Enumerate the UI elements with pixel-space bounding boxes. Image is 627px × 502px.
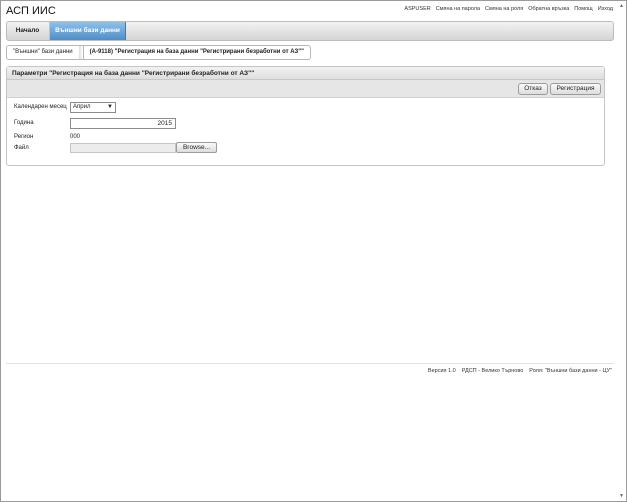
feedback-link[interactable]: Обратна връзка bbox=[528, 6, 569, 12]
month-select-value: Април bbox=[73, 104, 91, 110]
footer-office: РДСП - Велико Търново bbox=[461, 368, 524, 374]
breadcrumb-external-databases[interactable]: "Външни" бази данни bbox=[6, 45, 79, 60]
parameters-form: Календарен месец Април ▼ Година 2015 Рег… bbox=[7, 98, 604, 164]
panel-title: Параметри "Регистрация на база данни "Ре… bbox=[7, 67, 604, 80]
file-label: Файл bbox=[14, 145, 29, 151]
help-link[interactable]: Помощ bbox=[574, 6, 592, 12]
month-label: Календарен месец bbox=[14, 104, 67, 110]
footer-version: Версия 1.0 bbox=[427, 368, 456, 374]
scroll-down-icon[interactable]: ▼ bbox=[619, 493, 624, 499]
browse-button[interactable]: Browse... bbox=[176, 142, 217, 153]
app-title: АСП ИИС bbox=[6, 5, 56, 17]
register-button[interactable]: Регистрация bbox=[550, 83, 601, 95]
nav-tab-external-databases[interactable]: Външни бази данни bbox=[49, 22, 126, 40]
parameters-panel: Параметри "Регистрация на база данни "Ре… bbox=[6, 66, 605, 166]
footer: Версия 1.0 РДСП - Велико Търново Роля: "… bbox=[428, 368, 612, 374]
user-link[interactable]: ASPUSER bbox=[404, 6, 430, 12]
month-select[interactable]: Април ▼ bbox=[70, 102, 116, 113]
footer-divider bbox=[6, 363, 614, 364]
region-label: Регион bbox=[14, 134, 34, 140]
change-password-link[interactable]: Смяна на парола bbox=[436, 6, 480, 12]
top-links: ASPUSER Смяна на парола Смяна на роля Об… bbox=[404, 6, 613, 12]
footer-role: Роля: "Външни бази данни - ЦУ" bbox=[529, 368, 612, 374]
cancel-button[interactable]: Отказ bbox=[518, 83, 548, 95]
app-window: АСП ИИС ASPUSER Смяна на парола Смяна на… bbox=[0, 0, 627, 502]
breadcrumb: "Външни" бази данни (A-9118) "Регистраци… bbox=[6, 45, 311, 60]
nav-tab-home[interactable]: Начало bbox=[7, 22, 48, 40]
year-label: Година bbox=[14, 120, 34, 126]
file-path-field[interactable] bbox=[70, 143, 176, 153]
breadcrumb-current: (A-9118) "Регистрация на база данни "Рег… bbox=[82, 45, 311, 60]
panel-toolbar: Отказ Регистрация bbox=[7, 80, 604, 98]
scroll-up-icon[interactable]: ▲ bbox=[619, 3, 624, 9]
change-role-link[interactable]: Смяна на роля bbox=[485, 6, 523, 12]
chevron-down-icon: ▼ bbox=[107, 104, 113, 110]
region-value: 000 bbox=[70, 134, 81, 140]
main-navbar: Начало Външни бази данни bbox=[6, 21, 614, 41]
year-input[interactable]: 2015 bbox=[70, 118, 176, 129]
logout-link[interactable]: Изход bbox=[598, 6, 613, 12]
